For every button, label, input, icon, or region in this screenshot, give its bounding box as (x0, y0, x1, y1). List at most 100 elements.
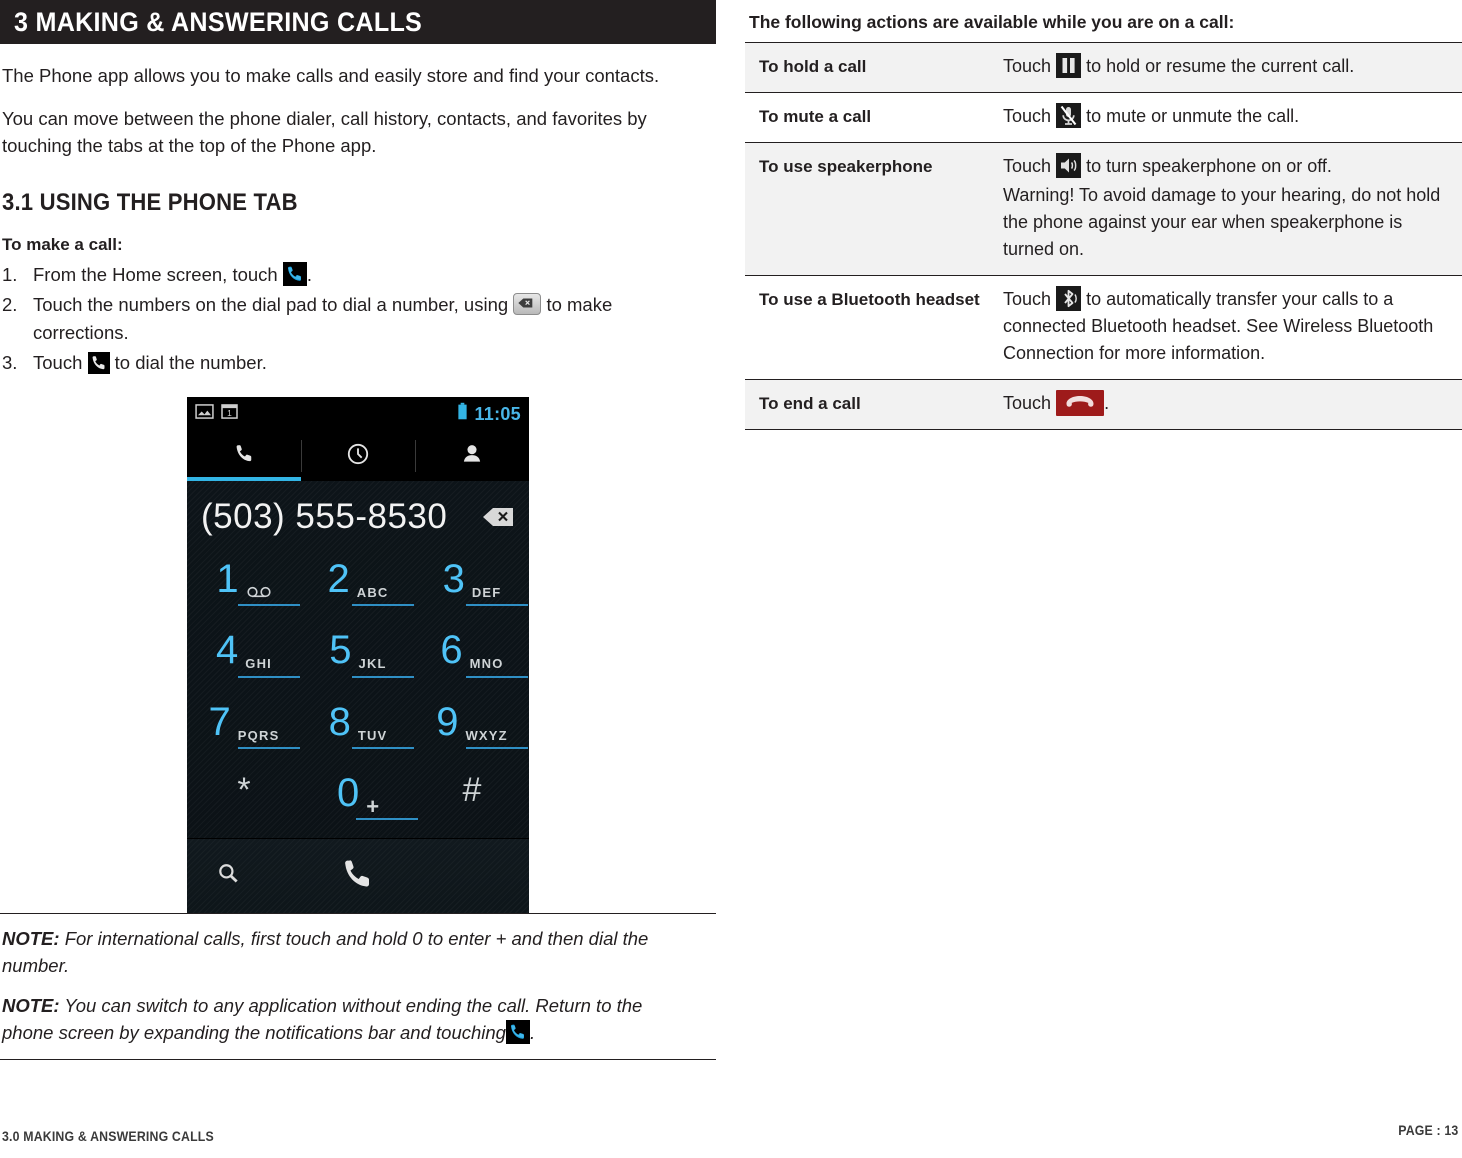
row-text-before: Touch (1003, 289, 1052, 309)
key-digit: 4 (216, 628, 239, 673)
key-letters: TUV (357, 727, 388, 743)
row-term: To hold a call (745, 42, 999, 93)
table-row: To end a call Touch . (745, 379, 1462, 430)
left-column: 3 MAKING & ANSWERING CALLS The Phone app… (0, 0, 716, 1060)
phone-device-screen: 1 11:05 (503) 555-8530 1 2 ABC 3 DEF 4 G… (187, 397, 529, 913)
key-star[interactable]: * (187, 767, 301, 838)
list-item: 2. Touch the numbers on the dial pad to d… (0, 291, 716, 347)
device-bottom-bar (187, 838, 529, 913)
actions-table-intro: The following actions are available whil… (749, 12, 1235, 32)
dialed-number-row: (503) 555-8530 (187, 481, 529, 553)
key-4[interactable]: 4 GHI (187, 624, 301, 695)
key-3[interactable]: 3 DEF (415, 553, 529, 624)
note-2: NOTE: You can switch to any application … (2, 992, 716, 1046)
key-hash[interactable]: # (415, 767, 529, 838)
chapter-title: 3 MAKING & ANSWERING CALLS (14, 6, 423, 37)
intro-paragraph-2: You can move between the phone dialer, c… (2, 108, 647, 156)
person-icon (459, 441, 485, 472)
call-history-tab[interactable] (301, 431, 415, 481)
call-button-icon[interactable] (336, 852, 380, 901)
note-text-after: . (529, 1022, 536, 1043)
row-term: To mute a call (745, 92, 999, 143)
row-text: to turn speakerphone on or off. (1086, 156, 1332, 176)
battery-icon (457, 402, 468, 426)
step-text-before: Touch (33, 352, 83, 373)
step-text-before: From the Home screen, touch (33, 264, 278, 285)
phone-handset-blue-icon (505, 1020, 530, 1044)
chapter-header-bar: 3 MAKING & ANSWERING CALLS (0, 0, 716, 44)
key-letters: GHI (245, 656, 272, 672)
voicemail-icon (246, 585, 272, 603)
svg-text:1: 1 (227, 408, 232, 418)
speaker-icon (1056, 153, 1082, 178)
key-digit: 0 (336, 770, 360, 815)
table-row: To mute a call Touch to mute or unmute t… (745, 92, 1462, 143)
actions-table: To hold a call Touch to hold or resume t… (745, 42, 1462, 430)
device-keypad: 1 2 ABC 3 DEF 4 GHI 5 JKL 6 MNO 7 PQRS 8… (187, 553, 529, 838)
key-7[interactable]: 7 PQRS (187, 696, 301, 767)
key-0[interactable]: 0 + (301, 767, 418, 838)
steps-lead-in: To make a call: (2, 235, 123, 254)
key-1[interactable]: 1 (187, 553, 301, 624)
key-digit: 5 (329, 628, 352, 673)
footer-chapter-label: 3.0 MAKING & ANSWERING CALLS (2, 1128, 214, 1144)
steps-list: 1. From the Home screen, touch . 2. Touch … (0, 261, 716, 377)
row-description: Touch to turn speakerphone on or off. Wa (999, 142, 1462, 276)
list-item: 1. From the Home screen, touch . (0, 261, 716, 289)
backspace-icon (513, 293, 542, 315)
mute-microphone-icon (1056, 103, 1082, 128)
footer-page-number: PAGE : 13 (1397, 1122, 1458, 1138)
row-text-before: Touch (1003, 156, 1052, 176)
search-icon[interactable] (215, 861, 241, 892)
key-digit: 9 (436, 699, 459, 744)
manual-page: 3 MAKING & ANSWERING CALLS The Phone app… (0, 0, 1462, 1158)
right-column: The following actions are available whil… (745, 0, 1462, 430)
section-heading: 3.1 USING THE PHONE TAB (2, 189, 298, 216)
note-label: NOTE: (2, 928, 60, 949)
row-text-before: Touch (1003, 56, 1052, 76)
clock-icon (345, 441, 371, 472)
list-item: 3. Touch to dial the number. (0, 349, 716, 377)
key-8[interactable]: 8 TUV (301, 696, 415, 767)
table-row: To use speakerphone Touch to turn speake… (745, 142, 1462, 276)
key-digit: 6 (440, 628, 463, 673)
backspace-delete-icon[interactable] (481, 506, 515, 528)
page-footer: 3.0 MAKING & ANSWERING CALLS PAGE : 13 (0, 1116, 1462, 1144)
calendar-one-icon: 1 (221, 404, 238, 424)
note-divider-top (0, 913, 716, 914)
phone-tab[interactable] (187, 431, 301, 481)
key-9[interactable]: 9 WXYZ (415, 696, 529, 767)
row-text-before: Touch (1003, 106, 1052, 126)
note-text: For international calls, first touch and… (2, 928, 649, 976)
phone-handset-blue-icon (282, 262, 307, 286)
key-letters: MNO (469, 656, 504, 672)
key-digit: 2 (327, 557, 350, 601)
key-digit: # (462, 770, 482, 809)
device-status-bar: 1 11:05 (187, 397, 529, 431)
phone-screenshot-figure: 1 11:05 (503) 555-8530 1 2 ABC 3 DEF 4 G… (0, 397, 716, 913)
key-6[interactable]: 6 MNO (415, 624, 529, 695)
dialed-number: (503) 555-8530 (201, 497, 448, 536)
row-text: . (1104, 393, 1110, 413)
table-row: To use a Bluetooth headset Touch to auto… (745, 275, 1462, 380)
contacts-tab[interactable] (415, 431, 529, 481)
key-2[interactable]: 2 ABC (301, 553, 415, 624)
note-1: NOTE: For international calls, first tou… (2, 925, 716, 979)
key-letters: ABC (356, 585, 389, 601)
note-label: NOTE: (2, 995, 60, 1016)
step-number: 1. (2, 264, 18, 285)
key-letters: + (366, 794, 380, 820)
key-letters: PQRS (237, 727, 280, 743)
row-description: Touch to mute or unmute the call. (999, 92, 1462, 143)
device-tab-bar (187, 431, 529, 481)
row-text-before: Touch (1003, 393, 1052, 413)
key-letters: DEF (471, 585, 502, 601)
step-number: 2. (2, 294, 18, 315)
key-letters: WXYZ (465, 727, 508, 743)
key-5[interactable]: 5 JKL (301, 624, 415, 695)
row-term: To end a call (745, 379, 999, 430)
device-dialer-screen: (503) 555-8530 1 2 ABC 3 DEF 4 GHI 5 JKL… (187, 481, 529, 913)
step-text-after: . (306, 264, 312, 285)
key-digit: 7 (208, 699, 231, 744)
phone-handset-white-icon (87, 352, 110, 374)
